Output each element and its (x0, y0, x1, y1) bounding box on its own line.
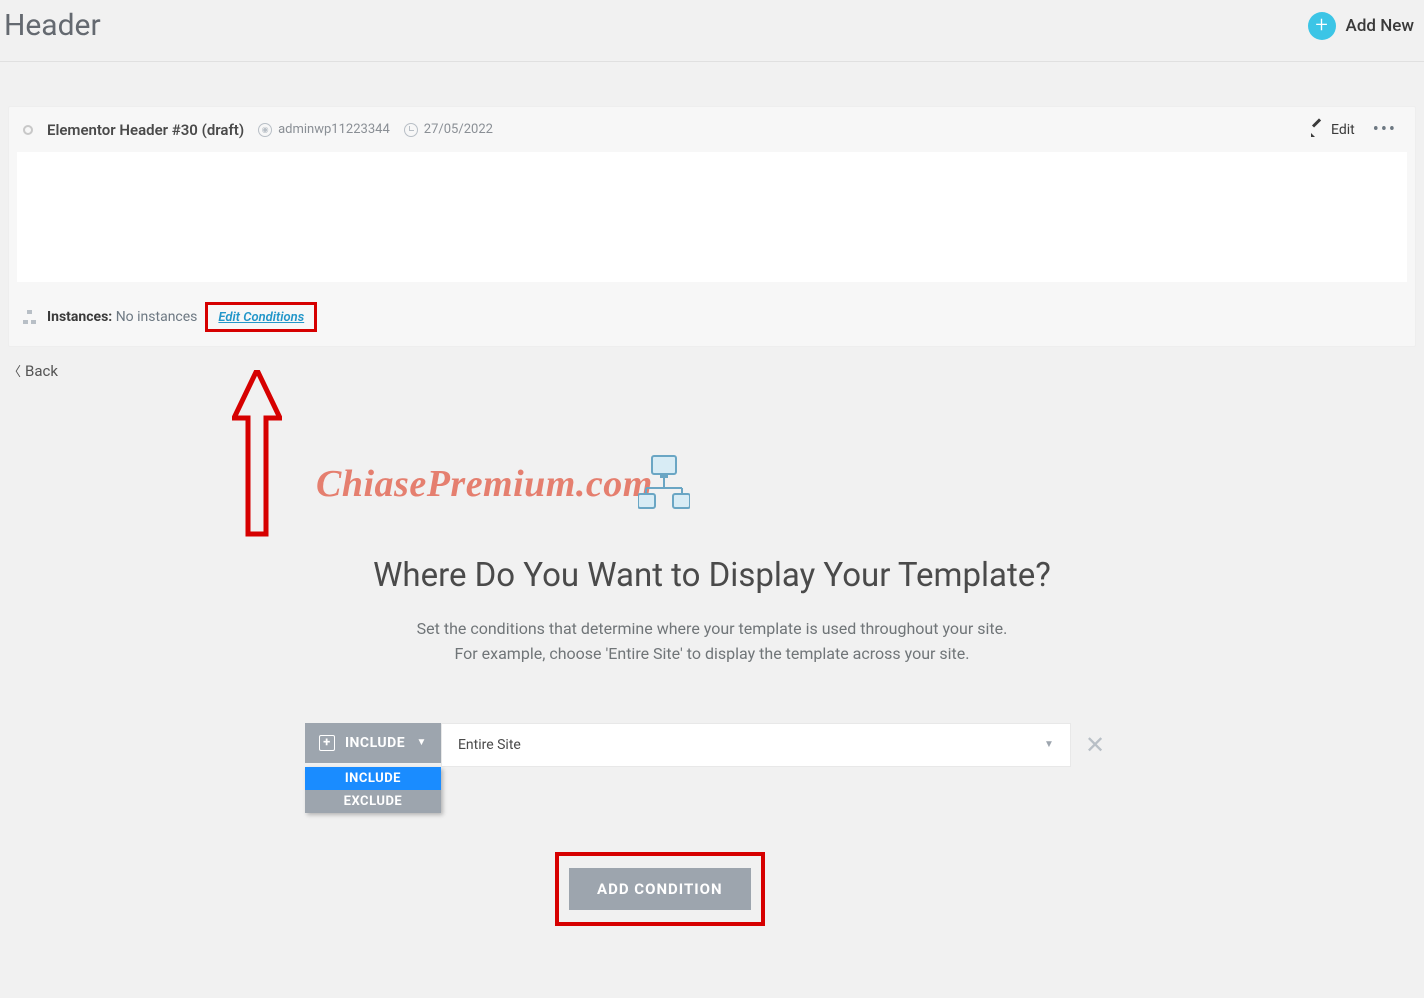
conditions-desc-2: For example, choose 'Entire Site' to dis… (0, 642, 1424, 667)
edit-label: Edit (1331, 122, 1355, 138)
watermark-text: ChiasePremium.com (316, 462, 653, 506)
annotation-arrow-icon (232, 370, 282, 538)
add-condition-highlight: ADD CONDITION (555, 852, 765, 926)
conditions-desc-1: Set the conditions that determine where … (0, 617, 1424, 642)
author-name: adminwp11223344 (278, 122, 390, 137)
date-meta: 27/05/2022 (404, 122, 493, 137)
conditions-panel: Where Do You Want to Display Your Templa… (0, 556, 1424, 767)
plus-square-icon: + (319, 735, 335, 751)
more-menu-icon[interactable]: ••• (1369, 119, 1401, 140)
user-icon: ◉ (258, 123, 272, 137)
sitemap-icon (23, 310, 37, 324)
condition-row: + INCLUDE ▼ INCLUDE EXCLUDE Entire Site … (0, 723, 1424, 767)
include-exclude-toggle[interactable]: + INCLUDE ▼ (305, 723, 441, 763)
conditions-title: Where Do You Want to Display Your Templa… (0, 556, 1424, 595)
include-label: INCLUDE (345, 735, 405, 751)
caret-down-icon: ▼ (417, 737, 427, 748)
add-condition-button[interactable]: ADD CONDITION (569, 868, 751, 910)
page-title: Header (4, 8, 101, 43)
pencil-icon (1311, 123, 1325, 137)
include-dropdown: INCLUDE EXCLUDE (305, 767, 441, 813)
instances-label: Instances: (47, 309, 112, 325)
chevron-left-icon: 〈 (8, 361, 21, 380)
instances-value: No instances (116, 309, 198, 325)
device-responsive-icon (638, 454, 690, 510)
date-value: 27/05/2022 (424, 122, 493, 137)
edit-button[interactable]: Edit (1311, 122, 1355, 138)
back-label: Back (25, 362, 58, 380)
plus-icon: + (1308, 12, 1336, 40)
template-card: Elementor Header #30 (draft) ◉ adminwp11… (8, 106, 1416, 347)
add-new-button[interactable]: + Add New (1308, 12, 1414, 40)
dropdown-option-exclude[interactable]: EXCLUDE (305, 790, 441, 813)
page-header: Header + Add New (0, 0, 1424, 62)
dropdown-option-include[interactable]: INCLUDE (305, 767, 441, 790)
condition-scope-select[interactable]: Entire Site ▼ (441, 723, 1071, 767)
status-dot-icon (23, 125, 33, 135)
template-preview[interactable] (17, 152, 1407, 282)
clock-icon (404, 123, 418, 137)
back-button[interactable]: 〈 Back (0, 347, 1424, 394)
remove-condition-button[interactable]: ✕ (1071, 723, 1119, 767)
caret-down-icon: ▼ (1044, 739, 1054, 750)
author-meta: ◉ adminwp11223344 (258, 122, 390, 137)
add-new-label: Add New (1346, 16, 1414, 36)
template-title: Elementor Header #30 (draft) (47, 121, 244, 139)
card-header: Elementor Header #30 (draft) ◉ adminwp11… (9, 107, 1415, 152)
edit-conditions-link[interactable]: Edit Conditions (218, 310, 304, 325)
card-footer: Instances: No instances Edit Conditions (9, 294, 1415, 346)
select-value: Entire Site (458, 737, 521, 753)
edit-conditions-highlight: Edit Conditions (205, 302, 317, 332)
